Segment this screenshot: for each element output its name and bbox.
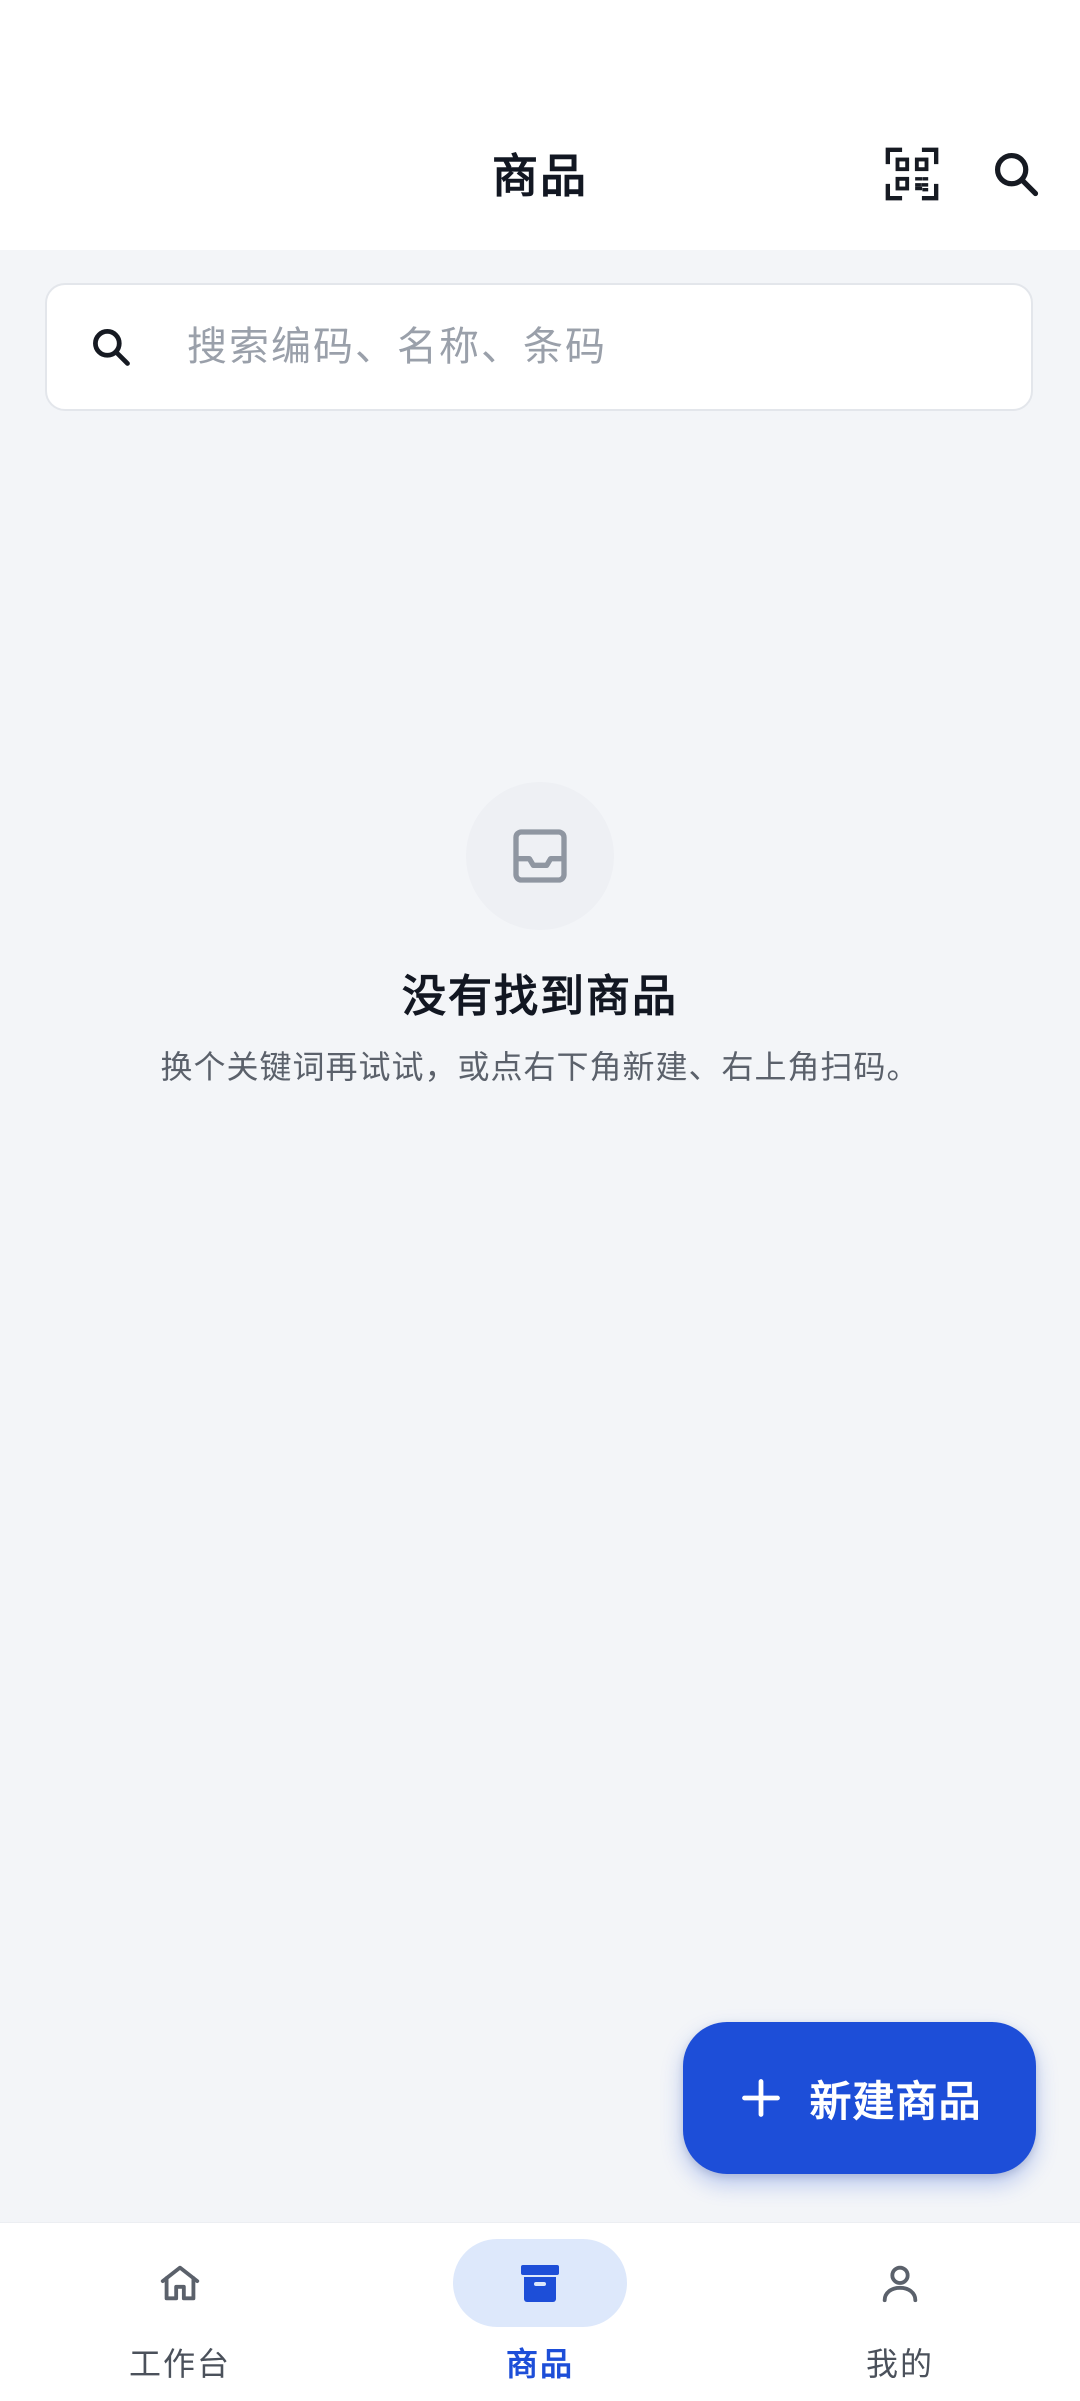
status-bar-area bbox=[0, 0, 1080, 110]
nav-icon-container bbox=[93, 2239, 267, 2327]
search-bar[interactable] bbox=[45, 283, 1033, 411]
empty-state-illustration bbox=[466, 782, 614, 930]
nav-icon-container bbox=[813, 2239, 987, 2327]
search-button[interactable] bbox=[976, 134, 1056, 214]
home-icon bbox=[160, 2265, 200, 2301]
nav-item-mine[interactable]: 我的 bbox=[750, 2223, 1050, 2401]
archive-box-icon bbox=[521, 2265, 559, 2302]
empty-state-title: 没有找到商品 bbox=[402, 971, 678, 1022]
qr-scan-icon bbox=[885, 147, 939, 201]
inbox-icon bbox=[513, 829, 567, 883]
nav-label-workbench: 工作台 bbox=[128, 2345, 231, 2383]
new-product-button[interactable]: 新建商品 bbox=[683, 2022, 1036, 2174]
nav-item-workbench[interactable]: 工作台 bbox=[30, 2223, 330, 2401]
search-icon bbox=[83, 319, 139, 375]
plus-icon bbox=[737, 2074, 785, 2122]
new-product-label: 新建商品 bbox=[809, 2076, 982, 2126]
empty-state-subtitle: 换个关键词再试试，或点右下角新建、右上角扫码。 bbox=[160, 1048, 920, 1086]
nav-label-products: 商品 bbox=[505, 2345, 574, 2383]
bottom-navigation: 工作台 商品 我的 bbox=[0, 2222, 1080, 2401]
nav-icon-container-active bbox=[453, 2239, 627, 2327]
nav-label-mine: 我的 bbox=[865, 2345, 934, 2383]
nav-item-products[interactable]: 商品 bbox=[390, 2223, 690, 2401]
scan-button[interactable] bbox=[872, 134, 952, 214]
search-input[interactable] bbox=[187, 315, 987, 379]
top-app-bar: 商品 bbox=[0, 110, 1080, 250]
search-icon bbox=[994, 152, 1039, 197]
user-icon bbox=[882, 2265, 918, 2303]
